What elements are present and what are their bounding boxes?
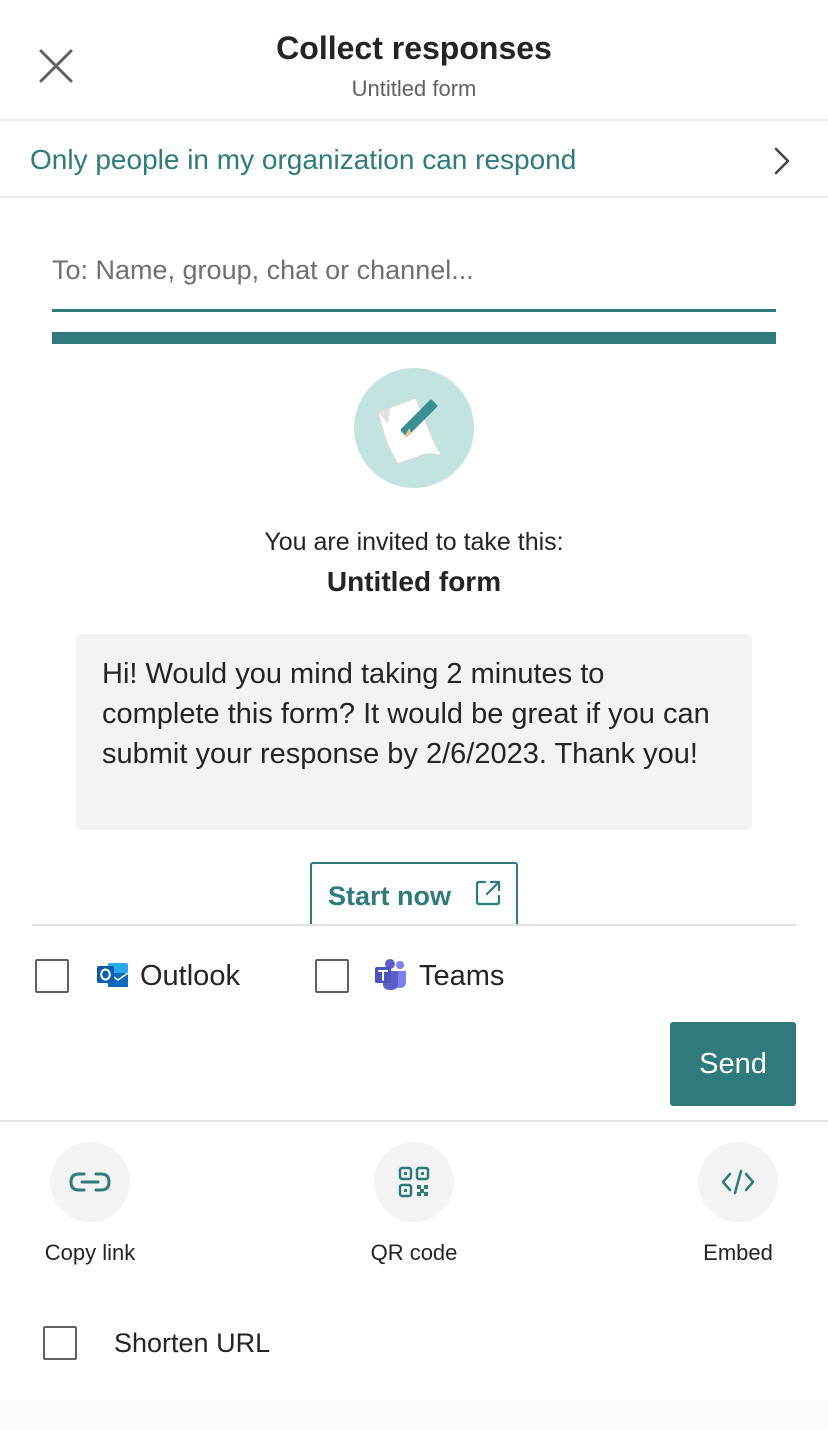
outlook-checkbox[interactable] [35,959,69,993]
open-external-icon [475,880,501,906]
outlook-label: Outlook [140,960,240,992]
start-now-button[interactable]: Start now [310,862,518,924]
shorten-url-label: Shorten URL [114,1328,271,1358]
form-pencil-icon [354,368,474,488]
send-button[interactable]: Send [670,1022,796,1106]
divider [0,1120,828,1122]
embed-label: Embed [703,1240,773,1265]
outlook-icon [97,963,129,987]
start-now-label: Start now [328,881,452,911]
qr-code-button[interactable] [374,1142,454,1222]
teams-label: Teams [419,960,505,992]
copy-link-button[interactable] [50,1142,130,1222]
qr-code-icon [398,1166,430,1198]
page-subtitle: Untitled form [351,76,477,101]
form-title: Untitled form [326,566,502,597]
permission-label: Only people in my organization can respo… [30,144,577,175]
invite-message[interactable]: Hi! Would you mind taking 2 minutes to c… [76,634,752,830]
link-icon [69,1172,111,1192]
code-icon [721,1169,755,1195]
recipients-input[interactable] [52,232,776,312]
response-permission-row[interactable]: Only people in my organization can respo… [0,122,828,198]
embed-button[interactable] [698,1142,778,1222]
teams-checkbox[interactable] [315,959,349,993]
copy-link-label: Copy link [44,1240,136,1265]
teams-icon [375,959,406,990]
chevron-right-icon [774,147,790,175]
preview-accent-bar [52,332,776,344]
shorten-url-checkbox[interactable] [43,1326,77,1360]
invite-text: You are invited to take this: [264,528,564,556]
page-title: Collect responses [276,30,552,66]
bottom-edge [0,1400,828,1430]
qr-code-label: QR code [370,1240,458,1265]
divider [32,924,796,926]
header: Collect responses Untitled form [0,0,828,121]
